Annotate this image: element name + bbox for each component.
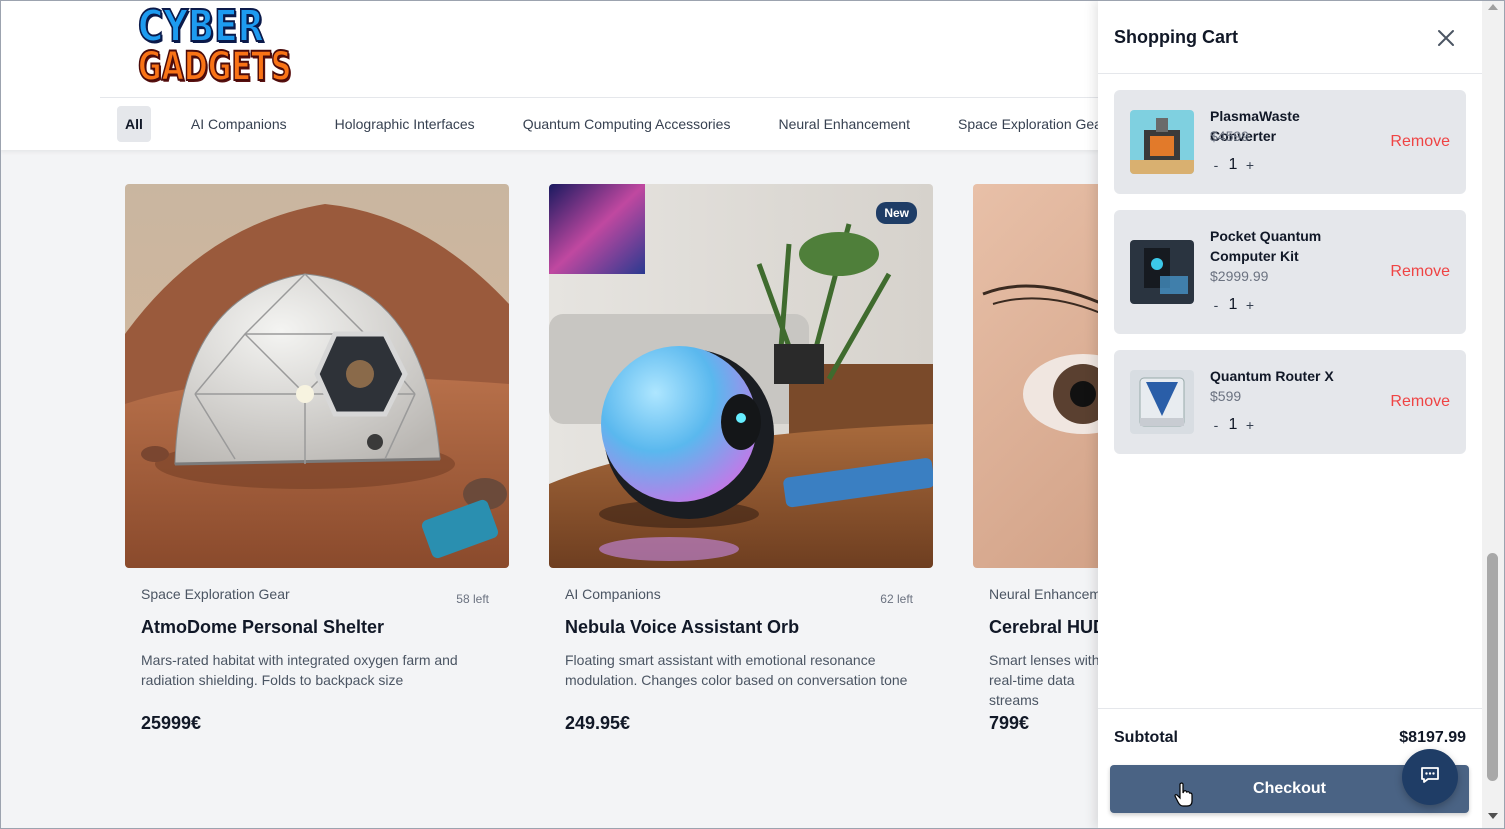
chat-bubble-icon [1419,764,1441,791]
cart-item-thumbnail [1130,110,1194,174]
subtotal-divider [1098,708,1482,709]
subtotal-label: Subtotal [1114,729,1178,746]
product-price: 249.95€ [565,713,631,733]
increase-quantity-button[interactable]: + [1244,157,1256,173]
subtotal-value: $8197.99 [1399,729,1466,746]
remove-item-button[interactable]: Remove [1390,133,1450,151]
product-card[interactable]: Space Exploration Gear 58 left AtmoDome … [125,184,509,733]
quantity-value: 1 [1228,296,1238,313]
decrease-quantity-button[interactable]: - [1210,157,1222,173]
product-category: Neural Enhancement [989,586,1100,602]
page-scrollbar[interactable] [1482,0,1504,829]
site-header: CYBER GADGETS All AI Companions Holograp… [0,0,1100,150]
cart-item-price: $599 [1210,388,1242,404]
cart-item: Quantum Router X $599 - 1 + Remove [1114,350,1466,454]
product-description: Smart lenses with real-time data streams [989,652,1100,708]
remove-item-button[interactable]: Remove [1390,263,1450,281]
product-description: Floating smart assistant with emotional … [565,652,908,688]
cart-item-thumbnail [1130,370,1194,434]
product-stock: 58 left [456,592,489,606]
product-title[interactable]: Nebula Voice Assistant Orb [565,617,799,638]
product-price: 799€ [989,713,1030,733]
product-price: 25999€ [141,713,202,733]
cart-item-name: Pocket Quantum Computer Kit [1210,228,1322,264]
product-image-voice-orb[interactable]: New [549,184,933,568]
quantity-stepper: - 1 + [1210,156,1256,174]
product-category: Space Exploration Gear [141,586,290,602]
cart-header: Shopping Cart [1098,0,1482,74]
product-image-dome-shelter[interactable] [125,184,509,568]
category-tab-ai-companions[interactable]: AI Companions [167,106,311,142]
decrease-quantity-button[interactable]: - [1210,297,1222,313]
close-icon[interactable] [1435,27,1457,49]
scrollbar-thumb[interactable] [1487,553,1498,781]
cyber-gadgets-logo[interactable]: CYBER GADGETS [137,1,304,92]
product-category: AI Companions [565,586,661,602]
decrease-quantity-button[interactable]: - [1210,417,1222,433]
increase-quantity-button[interactable]: + [1244,417,1256,433]
product-card[interactable]: New AI Companions 62 left Nebula Voice A… [549,184,933,733]
cart-item-name: Quantum Router X [1210,368,1334,384]
product-title[interactable]: Cerebral HUD [989,617,1100,638]
hand-cursor-icon [1174,782,1194,813]
logo-line-1: CYBER [137,1,265,52]
product-image-cerebral-hud[interactable] [973,184,1100,568]
product-card[interactable]: Neural Enhancement Cerebral HUD Smart le… [973,184,1100,733]
cart-item: Pocket Quantum Computer Kit $2999.99 - 1… [1114,210,1466,334]
logo-line-2: GADGETS [137,44,292,90]
cart-item: PlasmaWaste Converter $4599 - 1 + Remove [1114,90,1466,194]
cart-item-price: $4599 [1210,128,1249,144]
chat-button[interactable] [1402,749,1458,805]
category-nav-viewport: All AI Companions Holographic Interfaces… [0,97,1100,150]
quantity-stepper: - 1 + [1210,416,1256,434]
category-tab-neural-enhancement[interactable]: Neural Enhancement [754,106,934,142]
scroll-up-arrow[interactable] [1488,4,1498,10]
category-tab-quantum-computing-accessories[interactable]: Quantum Computing Accessories [499,106,755,142]
cart-item-thumbnail [1130,240,1194,304]
cart-item-price: $2999.99 [1210,268,1269,284]
category-tab-space-exploration-gear[interactable]: Space Exploration Gear [934,106,1100,142]
category-tab-all[interactable]: All [117,106,151,142]
new-badge: New [876,202,917,224]
scroll-down-arrow[interactable] [1488,813,1498,819]
product-grid: Space Exploration Gear 58 left AtmoDome … [0,150,1100,829]
category-nav: All AI Companions Holographic Interfaces… [117,106,1100,142]
category-tab-holographic-interfaces[interactable]: Holographic Interfaces [311,106,499,142]
quantity-value: 1 [1228,416,1238,433]
product-title[interactable]: AtmoDome Personal Shelter [141,617,384,638]
increase-quantity-button[interactable]: + [1244,297,1256,313]
cart-title: Shopping Cart [1114,27,1238,47]
product-description: Mars-rated habitat with integrated oxyge… [141,652,458,688]
quantity-stepper: - 1 + [1210,296,1256,314]
product-stock: 62 left [880,592,913,606]
quantity-value: 1 [1228,156,1238,173]
remove-item-button[interactable]: Remove [1390,393,1450,411]
shopping-cart-panel: Shopping Cart PlasmaWaste Converter $459… [1098,0,1482,829]
